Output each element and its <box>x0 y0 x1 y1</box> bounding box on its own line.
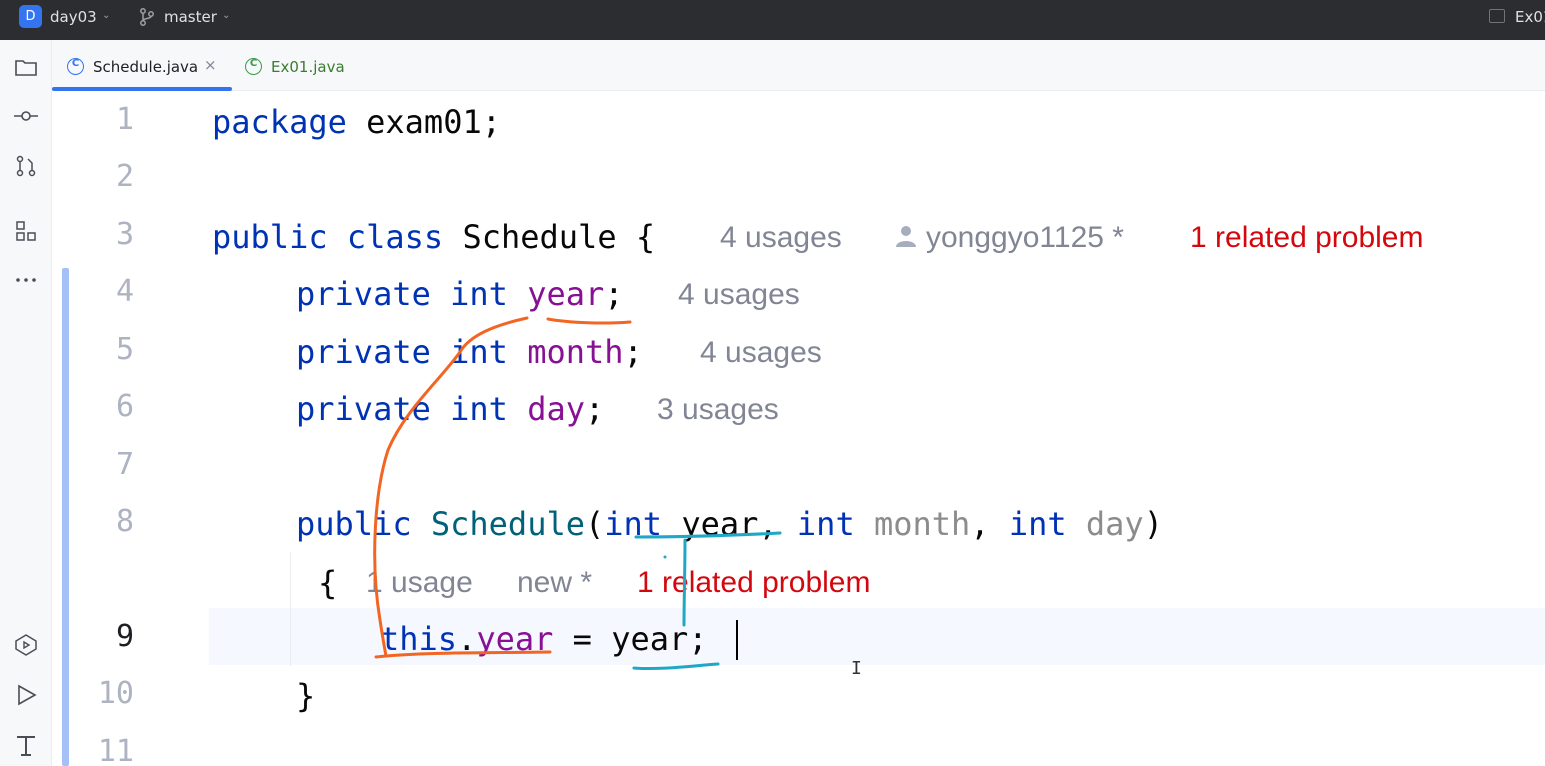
editor-tab-bar: C Schedule.java × C Ex01.java <box>52 40 1545 91</box>
line-number: 4 <box>115 274 134 309</box>
usages-hint[interactable]: 1 usage <box>366 563 473 603</box>
run-icon[interactable] <box>13 682 39 708</box>
code-line-8-brace[interactable]: { <box>318 563 337 603</box>
caret-line-highlight <box>52 608 1545 665</box>
usages-hint[interactable]: 3 usages <box>657 390 779 430</box>
code-line-1[interactable]: package exam01; <box>212 102 501 142</box>
tab-label: Ex01.java <box>271 58 345 76</box>
more-icon[interactable] <box>13 267 39 293</box>
project-name[interactable]: day03 <box>50 8 97 26</box>
code-line-5[interactable]: private int month; <box>296 332 643 372</box>
commit-icon[interactable] <box>13 103 39 129</box>
code-line-10[interactable]: } <box>296 676 315 716</box>
usages-hint[interactable]: 4 usages <box>700 333 822 373</box>
author-hint[interactable]: new * <box>517 563 592 603</box>
indent-guide <box>290 552 291 666</box>
active-tab-indicator <box>52 87 232 91</box>
user-icon <box>896 226 916 247</box>
code-line-8[interactable]: public Schedule(int year, int month, int… <box>296 504 1163 544</box>
line-number: 7 <box>115 447 134 482</box>
usages-hint[interactable]: 4 usages <box>720 218 842 258</box>
services-icon[interactable] <box>13 632 39 658</box>
tab-schedule-java[interactable]: C Schedule.java × <box>52 40 232 91</box>
line-number: 1 <box>115 102 134 137</box>
line-number: 10 <box>97 676 134 711</box>
project-chevron-down-icon[interactable]: ⌄ <box>102 10 110 21</box>
java-class-icon: C <box>67 58 84 75</box>
related-problem-hint[interactable]: 1 related problem <box>637 563 870 603</box>
line-number: 2 <box>115 159 134 194</box>
tool-window-strip <box>0 40 52 766</box>
tab-ex01-java[interactable]: C Ex01.java <box>242 40 352 91</box>
project-badge[interactable]: D <box>19 5 42 28</box>
mouse-ibeam-cursor: I <box>851 658 862 679</box>
tab-label: Schedule.java <box>93 58 199 76</box>
line-number: 11 <box>97 734 134 766</box>
gutter: 1 2 3 4 5 6 7 8 9 10 11 <box>52 92 209 766</box>
author-hint[interactable]: yonggyo1125 * <box>926 218 1124 258</box>
folder-icon[interactable] <box>13 54 39 80</box>
line-number-current: 9 <box>115 619 134 654</box>
pull-requests-icon[interactable] <box>13 153 39 179</box>
line-number: 3 <box>115 217 134 252</box>
java-class-icon: C <box>245 58 262 75</box>
git-branch-icon[interactable] <box>138 7 156 27</box>
line-number: 5 <box>115 332 134 367</box>
vcs-change-marker[interactable] <box>62 268 69 766</box>
terminal-icon[interactable] <box>13 732 39 758</box>
related-problem-hint[interactable]: 1 related problem <box>1190 218 1423 258</box>
structure-icon[interactable] <box>13 218 39 244</box>
text-caret <box>736 620 738 660</box>
code-line-3[interactable]: public class Schedule { <box>212 217 655 257</box>
title-bar: D day03 ⌄ master ⌄ Ex01 <box>0 0 1545 40</box>
line-number: 6 <box>115 389 134 424</box>
branch-chevron-down-icon[interactable]: ⌄ <box>222 10 230 21</box>
code-line-4[interactable]: private int year; <box>296 274 624 314</box>
code-editor[interactable]: 1 2 3 4 5 6 7 8 9 10 11 package exam01; … <box>52 92 1545 766</box>
usages-hint[interactable]: 4 usages <box>678 275 800 315</box>
window-icon[interactable] <box>1489 9 1505 23</box>
code-line-9[interactable]: this.year = year; <box>380 619 708 659</box>
branch-name[interactable]: master <box>164 8 217 26</box>
code-line-6[interactable]: private int day; <box>296 389 604 429</box>
run-config-name[interactable]: Ex01 <box>1515 8 1545 26</box>
close-icon[interactable]: × <box>204 56 217 74</box>
line-number: 8 <box>115 504 134 539</box>
